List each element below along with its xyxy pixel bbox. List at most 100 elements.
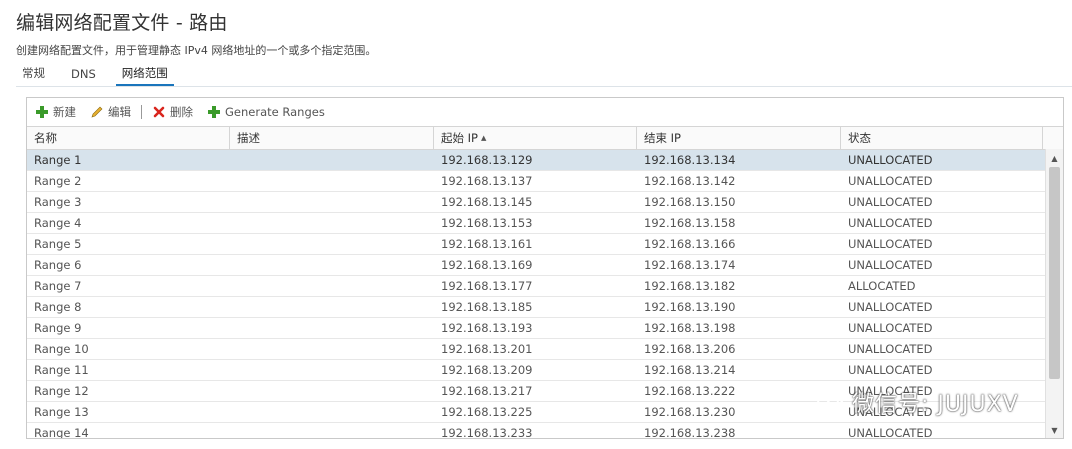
table-row[interactable]: Range 8 192.168.13.185 192.168.13.190 UNALL… [27,297,1063,318]
scroll-down-arrow-icon[interactable]: ▼ [1046,423,1063,437]
cell-description [230,276,434,296]
cell-status: UNALLOCATED [848,237,933,251]
watermark-text: 微信号: JUJUXV [852,392,1019,417]
cell-name: Range 1 [34,153,82,167]
cell-end-ip: 192.168.13.166 [644,237,736,251]
cell-start-ip: 192.168.13.161 [441,237,533,251]
cell-status: UNALLOCATED [848,216,933,230]
cell-start-ip: 192.168.13.193 [441,321,533,335]
cell-name: Range 5 [34,237,82,251]
cell-name: Range 7 [34,279,82,293]
cell-description [230,360,434,380]
scroll-up-arrow-icon[interactable]: ▲ [1046,151,1063,165]
cell-end-ip: 192.168.13.198 [644,321,736,335]
table-row[interactable]: Range 5 192.168.13.161 192.168.13.166 UNALL… [27,234,1063,255]
table-row[interactable]: Range 14 192.168.13.233 192.168.13.238 UNAL… [27,423,1063,439]
table-row[interactable]: Range 9 192.168.13.193 192.168.13.198 UNALL… [27,318,1063,339]
cell-name: Range 6 [34,258,82,272]
cell-start-ip: 192.168.13.209 [441,363,533,377]
edit-button[interactable]: 编辑 [90,104,131,120]
tab-network-ranges[interactable]: 网络范围 [115,65,174,86]
cell-start-ip: 192.168.13.137 [441,174,533,188]
cell-status: UNALLOCATED [848,174,933,188]
plus-icon [36,106,48,118]
sort-ascending-icon: ▲ [480,134,487,142]
cell-name: Range 12 [34,384,89,398]
toolbar-separator [141,105,142,119]
cell-name: Range 9 [34,321,82,335]
cell-name: Range 3 [34,195,82,209]
vertical-scrollbar[interactable]: ▲ ▼ [1045,149,1063,438]
cell-start-ip: 192.168.13.177 [441,279,533,293]
cell-end-ip: 192.168.13.182 [644,279,736,293]
page-title: 编辑网络配置文件 - 路由 [16,12,228,34]
cell-end-ip: 192.168.13.150 [644,195,736,209]
cell-start-ip: 192.168.13.201 [441,342,533,356]
cell-name: Range 8 [34,300,82,314]
table-row[interactable]: Range 11 192.168.13.209 192.168.13.214 UNAL… [27,360,1063,381]
cell-description [230,171,434,191]
new-button[interactable]: 新建 [35,104,76,120]
cell-end-ip: 192.168.13.214 [644,363,736,377]
generate-ranges-button[interactable]: Generate Ranges [207,105,325,119]
column-header-name[interactable]: 名称 [27,127,230,149]
table-row[interactable]: Range 4 192.168.13.153 192.168.13.158 UNALL… [27,213,1063,234]
cell-name: Range 10 [34,342,89,356]
column-header-end-ip[interactable]: 结束 IP [637,127,841,149]
toolbar: 新建 编辑 删除 Generate Ranges [27,98,1063,126]
edit-button-label: 编辑 [108,105,131,119]
delete-button[interactable]: 删除 [152,104,193,120]
delete-button-label: 删除 [170,105,193,119]
cell-description [230,402,434,422]
cell-end-ip: 192.168.13.142 [644,174,736,188]
cell-start-ip: 192.168.13.225 [441,405,533,419]
cell-name: Range 2 [34,174,82,188]
table-row[interactable]: Range 10 192.168.13.201 192.168.13.206 UNAL… [27,339,1063,360]
cell-description [230,213,434,233]
table-row[interactable]: Range 3 192.168.13.145 192.168.13.150 UNALL… [27,192,1063,213]
cell-start-ip: 192.168.13.185 [441,300,533,314]
cell-end-ip: 192.168.13.222 [644,384,736,398]
scrollbar-thumb[interactable] [1049,167,1060,379]
cell-start-ip: 192.168.13.217 [441,384,533,398]
cell-description [230,192,434,212]
cell-status: UNALLOCATED [848,363,933,377]
tab-general[interactable]: 常规 [16,65,51,86]
tab-dns[interactable]: DNS [65,67,102,86]
cell-end-ip: 192.168.13.238 [644,426,736,439]
table-row[interactable]: Range 6 192.168.13.169 192.168.13.174 UNALL… [27,255,1063,276]
cell-status: UNALLOCATED [848,195,933,209]
cell-name: Range 13 [34,405,89,419]
cell-status: UNALLOCATED [848,258,933,272]
cell-status: UNALLOCATED [848,342,933,356]
cell-start-ip: 192.168.13.169 [441,258,533,272]
table-row[interactable]: Range 1 192.168.13.129 192.168.13.134 UNALL… [27,150,1063,171]
watermark: 微信号: JUJUXV [816,386,1019,418]
cell-description [230,423,434,438]
cell-end-ip: 192.168.13.174 [644,258,736,272]
table-row[interactable]: Range 7 192.168.13.177 192.168.13.182 ALLOC… [27,276,1063,297]
table-row[interactable]: Range 2 192.168.13.137 192.168.13.142 UNALL… [27,171,1063,192]
column-header-start-ip[interactable]: 起始 IP ▲ [434,127,637,149]
pencil-icon [91,106,103,118]
cell-description [230,255,434,275]
tab-bar: 常规 DNS 网络范围 [16,66,188,86]
column-header-spacer [1043,127,1063,149]
generate-ranges-label: Generate Ranges [225,105,325,119]
cell-status: UNALLOCATED [848,321,933,335]
plus-icon [208,106,220,118]
cell-name: Range 11 [34,363,89,377]
column-header-status[interactable]: 状态 [841,127,1043,149]
tab-divider [16,86,1072,87]
cell-end-ip: 192.168.13.206 [644,342,736,356]
column-header-description[interactable]: 描述 [230,127,434,149]
cell-end-ip: 192.168.13.158 [644,216,736,230]
cell-status: UNALLOCATED [848,300,933,314]
cell-end-ip: 192.168.13.230 [644,405,736,419]
delete-x-icon [153,106,165,118]
cell-status: ALLOCATED [848,279,916,293]
cell-status: UNALLOCATED [848,153,933,167]
cell-status: UNALLOCATED [848,426,933,439]
cell-start-ip: 192.168.13.145 [441,195,533,209]
table-header: 名称 描述 起始 IP ▲ 结束 IP 状态 [27,126,1063,150]
